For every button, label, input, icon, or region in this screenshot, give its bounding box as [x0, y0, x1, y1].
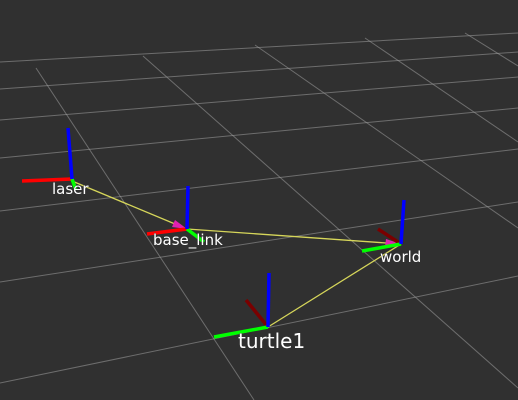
frame-label-base_link: base_link — [153, 231, 223, 250]
x-axis-line — [244, 298, 270, 329]
frame-label-world: world — [380, 248, 421, 266]
z-axis-line — [185, 185, 190, 230]
z-axis-line — [266, 272, 271, 328]
frame-base_link[interactable]: base_link — [146, 185, 223, 250]
z-axis-line — [399, 199, 406, 245]
frame-laser[interactable]: laser — [21, 127, 90, 198]
frame-label-laser: laser — [52, 180, 89, 198]
frame-label-turtle1: turtle1 — [238, 329, 305, 353]
z-axis-line — [66, 127, 74, 180]
3d-viewport[interactable]: laser base_link world turtle1 — [0, 0, 518, 400]
link-laser-base_link — [71, 180, 188, 230]
frame-world[interactable]: world — [361, 199, 422, 266]
tf-links — [71, 180, 402, 328]
